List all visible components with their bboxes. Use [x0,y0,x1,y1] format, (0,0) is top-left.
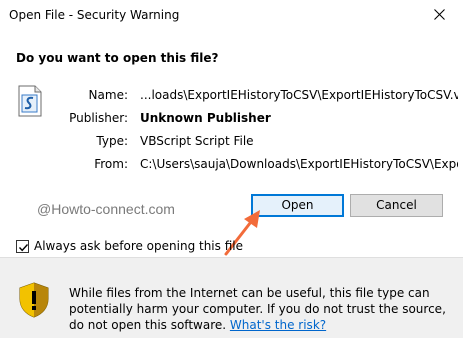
name-label: Name: [88,88,128,102]
type-label: Type: [96,134,128,148]
name-value: ...loads\ExportIEHistoryToCSV\ExportIEHi… [140,88,458,102]
watermark-text: @Howto-connect.com [37,201,175,217]
dialog-content: Do you want to open this file? Name: ...… [0,30,463,257]
always-ask-row[interactable]: Always ask before opening this file [16,238,243,254]
type-value: VBScript Script File [140,134,254,148]
always-ask-label[interactable]: Always ask before opening this file [34,239,243,253]
warning-message: While files from the Internet can be use… [69,285,459,333]
whats-the-risk-link[interactable]: What's the risk? [230,318,326,332]
from-value: C:\Users\sauja\Downloads\ExportIEHistory… [140,157,458,171]
window-title: Open File - Security Warning [9,8,180,22]
cancel-button[interactable]: Cancel [350,194,443,217]
dialog-question: Do you want to open this file? [16,51,219,65]
close-icon [434,9,445,20]
close-button[interactable] [417,0,463,30]
title-bar: Open File - Security Warning [0,0,463,30]
publisher-label: Publisher: [69,111,128,125]
publisher-value: Unknown Publisher [140,111,271,125]
from-label: From: [94,157,128,171]
checkmark-icon [18,243,29,251]
security-shield-icon [19,282,49,318]
always-ask-checkbox[interactable] [16,239,29,253]
warning-footer: While files from the Internet can be use… [0,257,463,338]
